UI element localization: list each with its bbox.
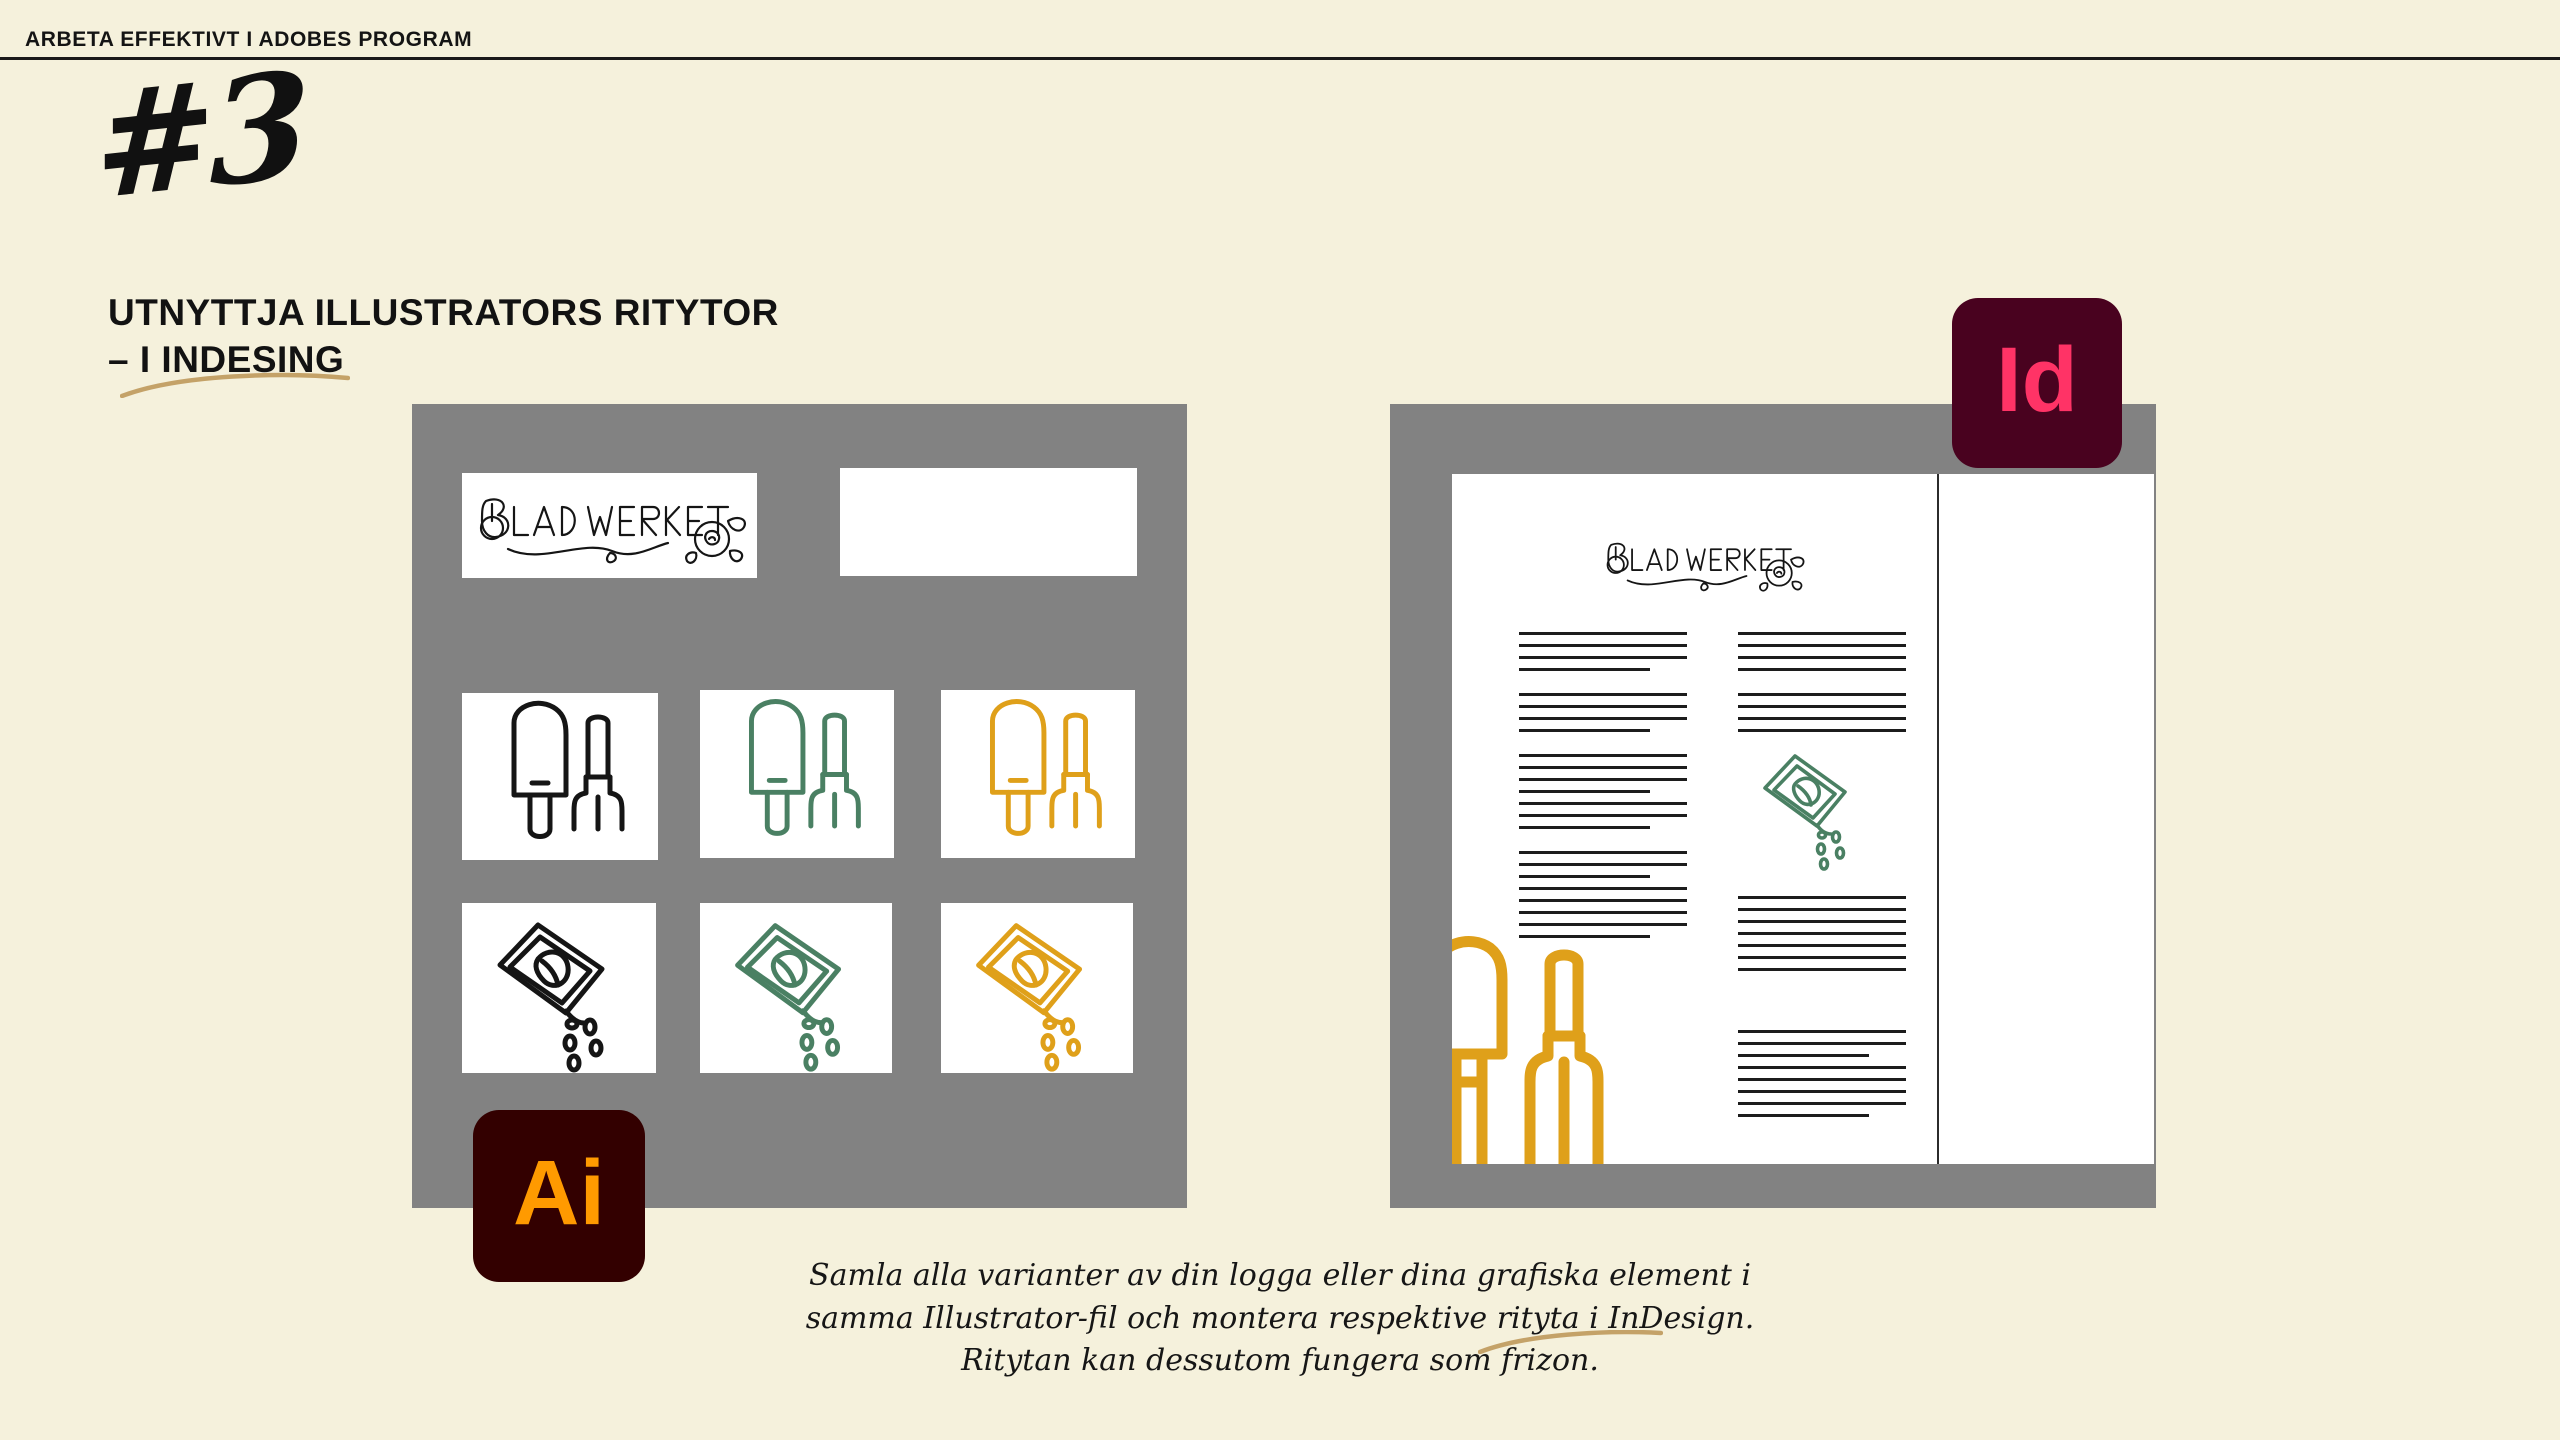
spread-text-column-left — [1519, 632, 1687, 947]
text-line — [1738, 1090, 1906, 1093]
seed-packet-icon — [1763, 754, 1847, 871]
trowel-and-fork-icon — [748, 699, 861, 836]
text-line — [1519, 899, 1687, 902]
text-line — [1738, 693, 1906, 696]
text-line — [1519, 656, 1687, 659]
text-line — [1519, 887, 1687, 890]
page-title: UTNYTTJA ILLUSTRATORS RITYTOR – I INDESI… — [108, 292, 779, 380]
text-line — [1738, 932, 1906, 935]
headline-underline-swoosh — [120, 372, 350, 398]
seed-packet-icon — [976, 923, 1083, 1072]
text-line — [1738, 1078, 1906, 1081]
spread-text-column-right-top — [1738, 632, 1906, 741]
text-line — [1738, 1054, 1870, 1057]
text-line — [1519, 814, 1687, 817]
text-line — [1519, 693, 1687, 696]
artboard-empty[interactable] — [840, 468, 1137, 576]
text-line — [1519, 717, 1687, 720]
slide-canvas: ARBETA EFFEKTIVT I ADOBES PROGRAM #3 UTN… — [0, 0, 2560, 1440]
slide-number-mark: #3 — [95, 39, 305, 233]
caption-underline-swoosh — [1478, 1330, 1663, 1354]
text-line — [1519, 766, 1687, 769]
text-line — [1519, 802, 1687, 805]
spread-text-column-right-middle — [1738, 896, 1906, 980]
artboard-seeds-green[interactable] — [700, 903, 892, 1073]
trowel-and-fork-icon — [1452, 936, 1604, 1164]
text-line — [1519, 632, 1687, 635]
text-line — [1519, 911, 1687, 914]
text-line — [1519, 863, 1687, 866]
seed-packet-icon — [735, 923, 842, 1072]
artboard-tools-black[interactable] — [462, 693, 658, 860]
bladwerket-logo-icon — [1606, 542, 1805, 592]
text-line — [1738, 908, 1906, 911]
artboard-seeds-black[interactable] — [462, 903, 656, 1073]
text-line — [1738, 1030, 1906, 1033]
bladwerket-logo-icon — [479, 498, 746, 564]
text-line — [1519, 778, 1687, 781]
text-line — [1519, 754, 1687, 757]
text-line — [1519, 644, 1687, 647]
artboard-tools-green[interactable] — [700, 690, 894, 858]
text-line — [1738, 705, 1906, 708]
text-line — [1738, 729, 1906, 732]
text-line — [1519, 729, 1651, 732]
artboard-seeds-gold[interactable] — [941, 903, 1133, 1073]
indesign-app-badge-label: Id — [1996, 329, 2078, 431]
text-line — [1738, 668, 1906, 671]
text-line — [1738, 632, 1906, 635]
text-line — [1519, 705, 1687, 708]
text-line — [1738, 656, 1906, 659]
text-line — [1738, 1042, 1906, 1045]
text-line — [1738, 956, 1906, 959]
text-line — [1738, 1102, 1906, 1105]
illustrator-app-badge-label: Ai — [513, 1142, 605, 1244]
text-line — [1738, 717, 1906, 720]
slide-caption: Samla alla varianter av din logga eller … — [805, 1258, 1755, 1379]
text-line — [1738, 944, 1906, 947]
text-line — [1738, 1114, 1870, 1117]
indesign-app-badge[interactable]: Id — [1952, 298, 2122, 468]
seed-packet-icon — [497, 922, 605, 1073]
spread-placed-seed-packet — [1755, 742, 1875, 872]
text-line — [1519, 668, 1651, 671]
text-line — [1519, 923, 1687, 926]
spread-logo — [1558, 524, 1848, 602]
artboard-logo[interactable] — [462, 473, 757, 578]
text-line — [1738, 644, 1906, 647]
spread-placed-tools — [1452, 930, 1637, 1164]
text-line — [1519, 826, 1651, 829]
text-line — [1738, 1066, 1906, 1069]
spread-gutter-line — [1937, 474, 1939, 1164]
text-line — [1519, 875, 1651, 878]
text-line — [1519, 790, 1651, 793]
artboard-tools-gold[interactable] — [941, 690, 1135, 858]
trowel-and-fork-icon — [511, 700, 625, 839]
trowel-and-fork-icon — [989, 699, 1102, 836]
spread-text-column-right-bottom — [1738, 1030, 1906, 1126]
text-line — [1738, 920, 1906, 923]
text-line — [1738, 896, 1906, 899]
text-line — [1519, 851, 1687, 854]
text-line — [1738, 968, 1906, 971]
illustrator-app-badge[interactable]: Ai — [473, 1110, 645, 1282]
